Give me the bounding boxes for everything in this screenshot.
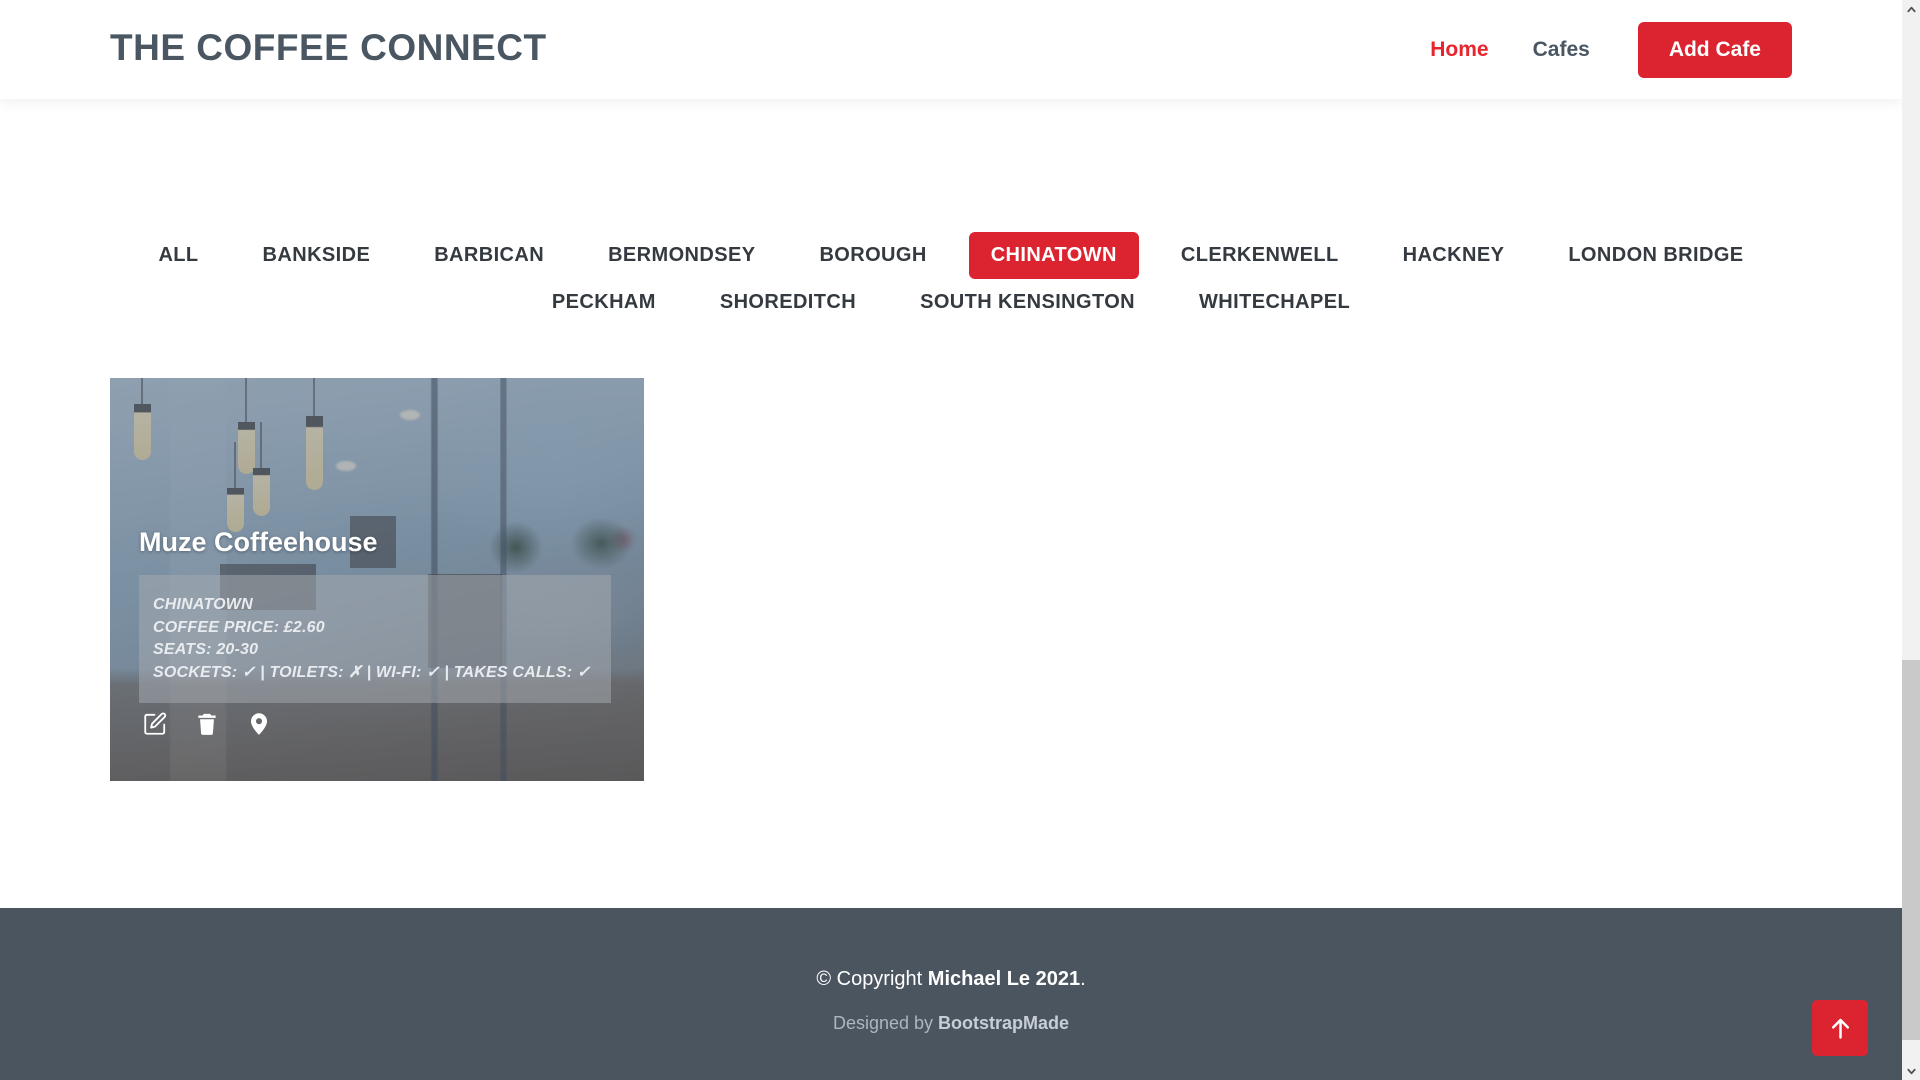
cafe-card[interactable]: Muze Coffeehouse CHINATOWN COFFEE PRICE:…: [110, 378, 644, 781]
cafe-card-title: Muze Coffeehouse: [139, 527, 378, 557]
filter-item-peckham[interactable]: PECKHAM: [530, 279, 678, 326]
footer-credits-prefix: Designed by: [832, 1013, 939, 1033]
main-navigation: Home Cafes Add Cafe: [1408, 0, 1792, 99]
chevron-down-icon: [1906, 1066, 1917, 1077]
footer-copyright-suffix: .: [1080, 968, 1086, 990]
filter-item-south-kensington[interactable]: SOUTH KENSINGTON: [898, 279, 1157, 326]
page-root: THE COFFEE CONNECT Home Cafes Add Cafe A…: [0, 0, 1920, 1080]
filter-item-whitechapel[interactable]: WHITECHAPEL: [1177, 279, 1372, 326]
filter-item-chinatown[interactable]: CHINATOWN: [968, 232, 1139, 279]
cafe-seats-label: SEATS: 20-30: [153, 641, 259, 659]
filter-item-all[interactable]: ALL: [136, 232, 220, 279]
footer-copyright-prefix: © Copyright: [816, 968, 928, 990]
cafe-card-details: CHINATOWN COFFEE PRICE: £2.60 SEATS: 20-…: [139, 575, 611, 703]
footer-credits-link[interactable]: BootstrapMade: [938, 1013, 1069, 1033]
filter-item-hackney[interactable]: HACKNEY: [1381, 232, 1527, 279]
filter-item-bankside[interactable]: BANKSIDE: [241, 232, 393, 279]
filter-item-barbican[interactable]: BARBICAN: [412, 232, 566, 279]
cafe-card-actions: [142, 711, 272, 737]
add-cafe-button[interactable]: Add Cafe: [1637, 21, 1792, 78]
site-footer: © Copyright Michael Le 2021. Designed by…: [0, 908, 1902, 1080]
back-to-top-button[interactable]: [1812, 1000, 1868, 1056]
scrollbar-thumb[interactable]: [1902, 660, 1920, 1040]
filter-item-bermondsey[interactable]: BERMONDSEY: [586, 232, 777, 279]
scrollbar-up-arrow[interactable]: [1902, 0, 1920, 18]
main-content: ALL BANKSIDE BARBICAN BERMONDSEY BOROUGH…: [0, 99, 1902, 908]
browser-viewport: THE COFFEE CONNECT Home Cafes Add Cafe A…: [0, 0, 1902, 1080]
trash-icon[interactable]: [194, 711, 220, 737]
filter-item-clerkenwell[interactable]: CLERKENWELL: [1159, 232, 1361, 279]
cafe-grid: Muze Coffeehouse CHINATOWN COFFEE PRICE:…: [110, 378, 1810, 781]
cafe-area-label: CHINATOWN: [153, 596, 253, 613]
edit-icon[interactable]: [142, 711, 168, 737]
map-pin-icon[interactable]: [246, 711, 272, 737]
nav-link-home[interactable]: Home: [1408, 38, 1510, 62]
cafe-amenities-label: SOCKETS: ✓ | TOILETS: ✗ | WI-FI: ✓ | TAK…: [153, 664, 591, 682]
site-logo[interactable]: THE COFFEE CONNECT: [110, 27, 547, 69]
arrow-up-icon: [1827, 1015, 1854, 1042]
browser-scrollbar[interactable]: [1902, 0, 1920, 1080]
filter-item-shoreditch[interactable]: SHOREDITCH: [698, 279, 878, 326]
filter-item-borough[interactable]: BOROUGH: [797, 232, 948, 279]
footer-copyright-owner: Michael Le 2021: [927, 968, 1081, 990]
footer-credits: Designed by BootstrapMade: [0, 1013, 1902, 1034]
chevron-up-icon: [1906, 4, 1917, 15]
footer-copyright: © Copyright Michael Le 2021.: [0, 968, 1902, 991]
cafe-area-filter-bar: ALL BANKSIDE BARBICAN BERMONDSEY BOROUGH…: [0, 232, 1902, 326]
nav-link-cafes[interactable]: Cafes: [1511, 38, 1612, 62]
site-header: THE COFFEE CONNECT Home Cafes Add Cafe: [0, 0, 1902, 99]
cafe-price-label: COFFEE PRICE: £2.60: [153, 618, 325, 636]
scrollbar-down-arrow[interactable]: [1902, 1062, 1920, 1080]
filter-item-london-bridge[interactable]: LONDON BRIDGE: [1546, 232, 1765, 279]
